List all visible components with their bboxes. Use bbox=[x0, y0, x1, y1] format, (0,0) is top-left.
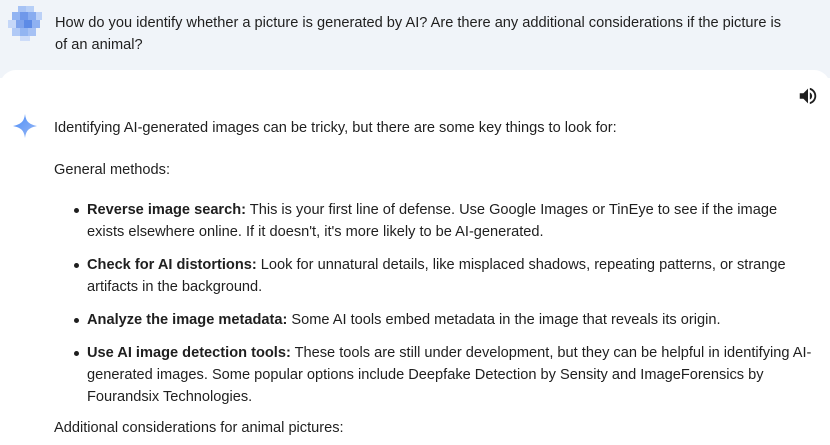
methods-list: Reverse image search: This is your first… bbox=[54, 199, 814, 419]
animal-considerations-heading: Additional considerations for animal pic… bbox=[54, 420, 344, 436]
speaker-icon[interactable] bbox=[797, 85, 819, 107]
list-item-text: Some AI tools embed metadata in the imag… bbox=[287, 312, 721, 328]
list-item-title: Check for AI distortions: bbox=[87, 257, 257, 273]
general-methods-heading: General methods: bbox=[54, 162, 171, 178]
user-prompt-bar: How do you identify whether a picture is… bbox=[0, 0, 830, 78]
user-avatar[interactable] bbox=[8, 6, 44, 42]
list-item: Reverse image search: This is your first… bbox=[54, 199, 814, 243]
list-item: Check for AI distortions: Look for unnat… bbox=[54, 254, 814, 298]
list-item-title: Reverse image search: bbox=[87, 202, 247, 218]
list-item-title: Analyze the image metadata: bbox=[87, 312, 288, 328]
response-intro: Identifying AI-generated images can be t… bbox=[54, 120, 617, 136]
list-item: Analyze the image metadata: Some AI tool… bbox=[54, 309, 814, 331]
user-prompt-text: How do you identify whether a picture is… bbox=[55, 15, 782, 53]
list-item: Use AI image detection tools: These tool… bbox=[54, 342, 814, 408]
sparkle-icon bbox=[13, 114, 37, 138]
list-item-title: Use AI image detection tools: bbox=[87, 345, 291, 361]
